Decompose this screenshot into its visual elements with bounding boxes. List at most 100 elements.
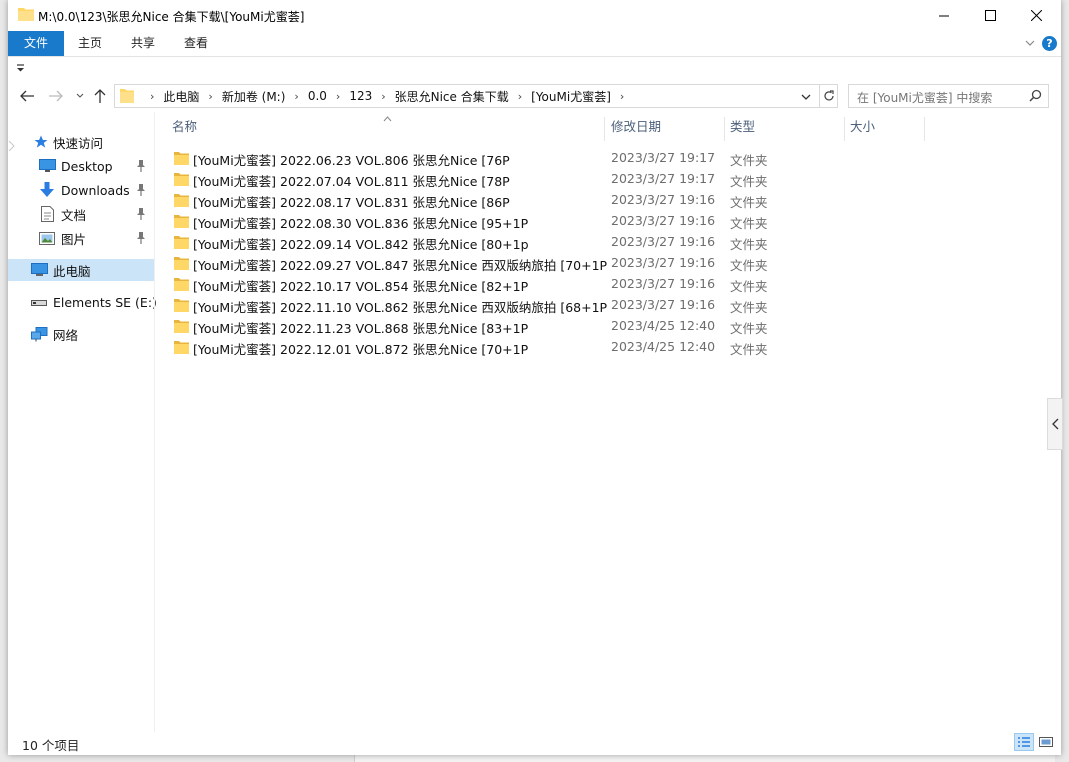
search-box[interactable]: 在 [YouMi尤蜜荟] 中搜索 <box>848 84 1049 108</box>
file-type: 文件夹 <box>730 279 768 294</box>
tab-home[interactable]: 主页 <box>70 31 110 56</box>
file-name: [YouMi尤蜜荟] 2022.09.14 VOL.842 张思允Nice [8… <box>193 237 529 252</box>
sidebar-item-desktop[interactable]: Desktop <box>8 155 154 177</box>
maximize-button[interactable] <box>967 0 1013 31</box>
sidebar-item-label: Downloads <box>61 182 130 198</box>
file-row[interactable]: [YouMi尤蜜荟] 2022.09.14 VOL.842 张思允Nice [8… <box>158 232 958 253</box>
refresh-icon <box>824 90 834 101</box>
column-divider[interactable] <box>844 117 845 141</box>
file-row[interactable]: [YouMi尤蜜荟] 2022.07.04 VOL.811 张思允Nice [7… <box>158 169 958 190</box>
refresh-button[interactable] <box>819 85 838 107</box>
title-bar[interactable]: M:\0.0\123\张思允Nice 合集下载\[YouMi尤蜜荟] <box>8 0 1061 31</box>
breadcrumb-0-0[interactable]: 0.0 <box>308 89 327 103</box>
breadcrumb-this-pc[interactable]: 此电脑 <box>163 88 199 105</box>
address-history-dropdown[interactable] <box>801 90 811 104</box>
breadcrumb-current[interactable]: [YouMi尤蜜荟] <box>531 88 611 105</box>
explorer-window: M:\0.0\123\张思允Nice 合集下载\[YouMi尤蜜荟] 文件 主页… <box>8 0 1063 755</box>
file-row[interactable]: [YouMi尤蜜荟] 2022.11.10 VOL.862 张思允Nice 西双… <box>158 295 958 316</box>
tab-share[interactable]: 共享 <box>123 31 163 56</box>
up-button[interactable] <box>91 87 109 105</box>
breadcrumb-123[interactable]: 123 <box>349 89 372 103</box>
download-arrow-icon <box>38 182 56 198</box>
file-type: 文件夹 <box>730 321 768 336</box>
sidebar-item-this-pc[interactable]: 此电脑 <box>8 259 154 281</box>
chevron-right-icon[interactable]: › <box>285 90 307 103</box>
file-row[interactable]: [YouMi尤蜜荟] 2022.12.01 VOL.872 张思允Nice [7… <box>158 337 958 358</box>
quick-access-toolbar-dropdown[interactable] <box>16 62 25 76</box>
minimize-button[interactable] <box>921 0 967 31</box>
file-row[interactable]: [YouMi尤蜜荟] 2022.10.17 VOL.854 张思允Nice [8… <box>158 274 958 295</box>
file-name: [YouMi尤蜜荟] 2022.11.23 VOL.868 张思允Nice [8… <box>193 321 529 336</box>
sidebar-item-elements-se[interactable]: Elements SE (E:) <box>8 291 157 313</box>
pin-icon[interactable] <box>136 232 146 247</box>
details-view-button[interactable] <box>1014 733 1034 751</box>
status-item-count: 10 个项目 <box>22 738 80 753</box>
chevron-left-icon <box>1051 418 1058 430</box>
background-window <box>354 755 1055 762</box>
file-row[interactable]: [YouMi尤蜜荟] 2022.06.23 VOL.806 张思允Nice [7… <box>158 148 958 169</box>
column-divider[interactable] <box>924 117 925 141</box>
folder-icon <box>174 151 189 168</box>
folder-icon <box>174 172 189 189</box>
search-icon[interactable] <box>1029 89 1042 105</box>
drive-icon <box>30 294 48 310</box>
sort-ascending-icon <box>383 111 392 125</box>
tab-file[interactable]: 文件 <box>8 31 64 56</box>
customize-toolbar-icon <box>17 64 24 72</box>
tab-view[interactable]: 查看 <box>176 31 216 56</box>
file-name: [YouMi尤蜜荟] 2022.10.17 VOL.854 张思允Nice [8… <box>193 279 529 294</box>
pin-icon[interactable] <box>136 184 146 199</box>
chevron-right-icon[interactable]: › <box>199 90 221 103</box>
column-header-name[interactable]: 名称 <box>172 113 197 141</box>
collapse-pane-button[interactable] <box>1047 398 1063 450</box>
sidebar-item-quick-access[interactable]: 快速访问 <box>8 131 154 153</box>
file-row[interactable]: [YouMi尤蜜荟] 2022.08.30 VOL.836 张思允Nice [9… <box>158 211 958 232</box>
pin-icon[interactable] <box>136 208 146 223</box>
sidebar-item-network[interactable]: 网络 <box>8 323 154 345</box>
sidebar-item-documents[interactable]: 文档 <box>8 203 154 225</box>
file-date: 2023/3/27 19:17 <box>611 150 716 165</box>
sidebar-item-pictures[interactable]: 图片 <box>8 227 154 249</box>
back-button[interactable] <box>18 87 36 105</box>
sidebar-item-label: Desktop <box>61 158 113 174</box>
breadcrumb-collection[interactable]: 张思允Nice 合集下载 <box>395 88 509 105</box>
large-icons-view-button[interactable] <box>1037 733 1055 751</box>
file-row[interactable]: [YouMi尤蜜荟] 2022.11.23 VOL.868 张思允Nice [8… <box>158 316 958 337</box>
pin-icon[interactable] <box>136 160 146 175</box>
sidebar-item-label: Elements SE (E:) <box>53 294 157 310</box>
breadcrumb-drive-m[interactable]: 新加卷 (M:) <box>222 88 286 105</box>
forward-arrow-icon <box>49 90 63 102</box>
column-header-date[interactable]: 修改日期 <box>611 113 661 141</box>
folder-icon <box>174 256 189 273</box>
forward-button[interactable] <box>47 87 65 105</box>
column-divider[interactable] <box>724 117 725 141</box>
file-row[interactable]: [YouMi尤蜜荟] 2022.08.17 VOL.831 张思允Nice [8… <box>158 190 958 211</box>
close-button[interactable] <box>1013 0 1059 31</box>
folder-icon <box>174 319 189 336</box>
file-type: 文件夹 <box>730 153 768 168</box>
computer-icon <box>30 262 48 278</box>
file-date: 2023/4/25 12:40 <box>611 318 716 333</box>
details-view-icon <box>1018 737 1030 747</box>
recent-locations-button[interactable] <box>71 87 89 105</box>
chevron-right-icon[interactable]: › <box>509 90 531 103</box>
address-bar[interactable]: › 此电脑 › 新加卷 (M:) › 0.0 › 123 › 张思允Nice 合… <box>114 84 838 108</box>
expand-ribbon-chevron-icon[interactable] <box>1025 37 1035 51</box>
chevron-right-icon[interactable]: › <box>327 90 349 103</box>
file-name: [YouMi尤蜜荟] 2022.08.17 VOL.831 张思允Nice [8… <box>193 195 510 210</box>
chevron-right-icon[interactable]: › <box>372 90 394 103</box>
file-row[interactable]: [YouMi尤蜜荟] 2022.09.27 VOL.847 张思允Nice 西双… <box>158 253 958 274</box>
folder-icon <box>174 340 189 357</box>
column-divider[interactable] <box>604 117 605 141</box>
chevron-right-icon[interactable]: › <box>611 90 633 103</box>
sidebar-item-downloads[interactable]: Downloads <box>8 179 154 201</box>
help-icon[interactable]: ? <box>1042 36 1057 51</box>
file-type: 文件夹 <box>730 216 768 231</box>
sidebar-item-label: 快速访问 <box>53 135 104 151</box>
column-header-size[interactable]: 大小 <box>850 113 875 141</box>
file-date: 2023/3/27 19:16 <box>611 192 716 207</box>
chevron-right-icon[interactable]: › <box>141 90 163 103</box>
column-header-type[interactable]: 类型 <box>730 113 755 141</box>
file-name: [YouMi尤蜜荟] 2022.06.23 VOL.806 张思允Nice [7… <box>193 153 510 168</box>
pane-divider[interactable] <box>154 112 155 732</box>
